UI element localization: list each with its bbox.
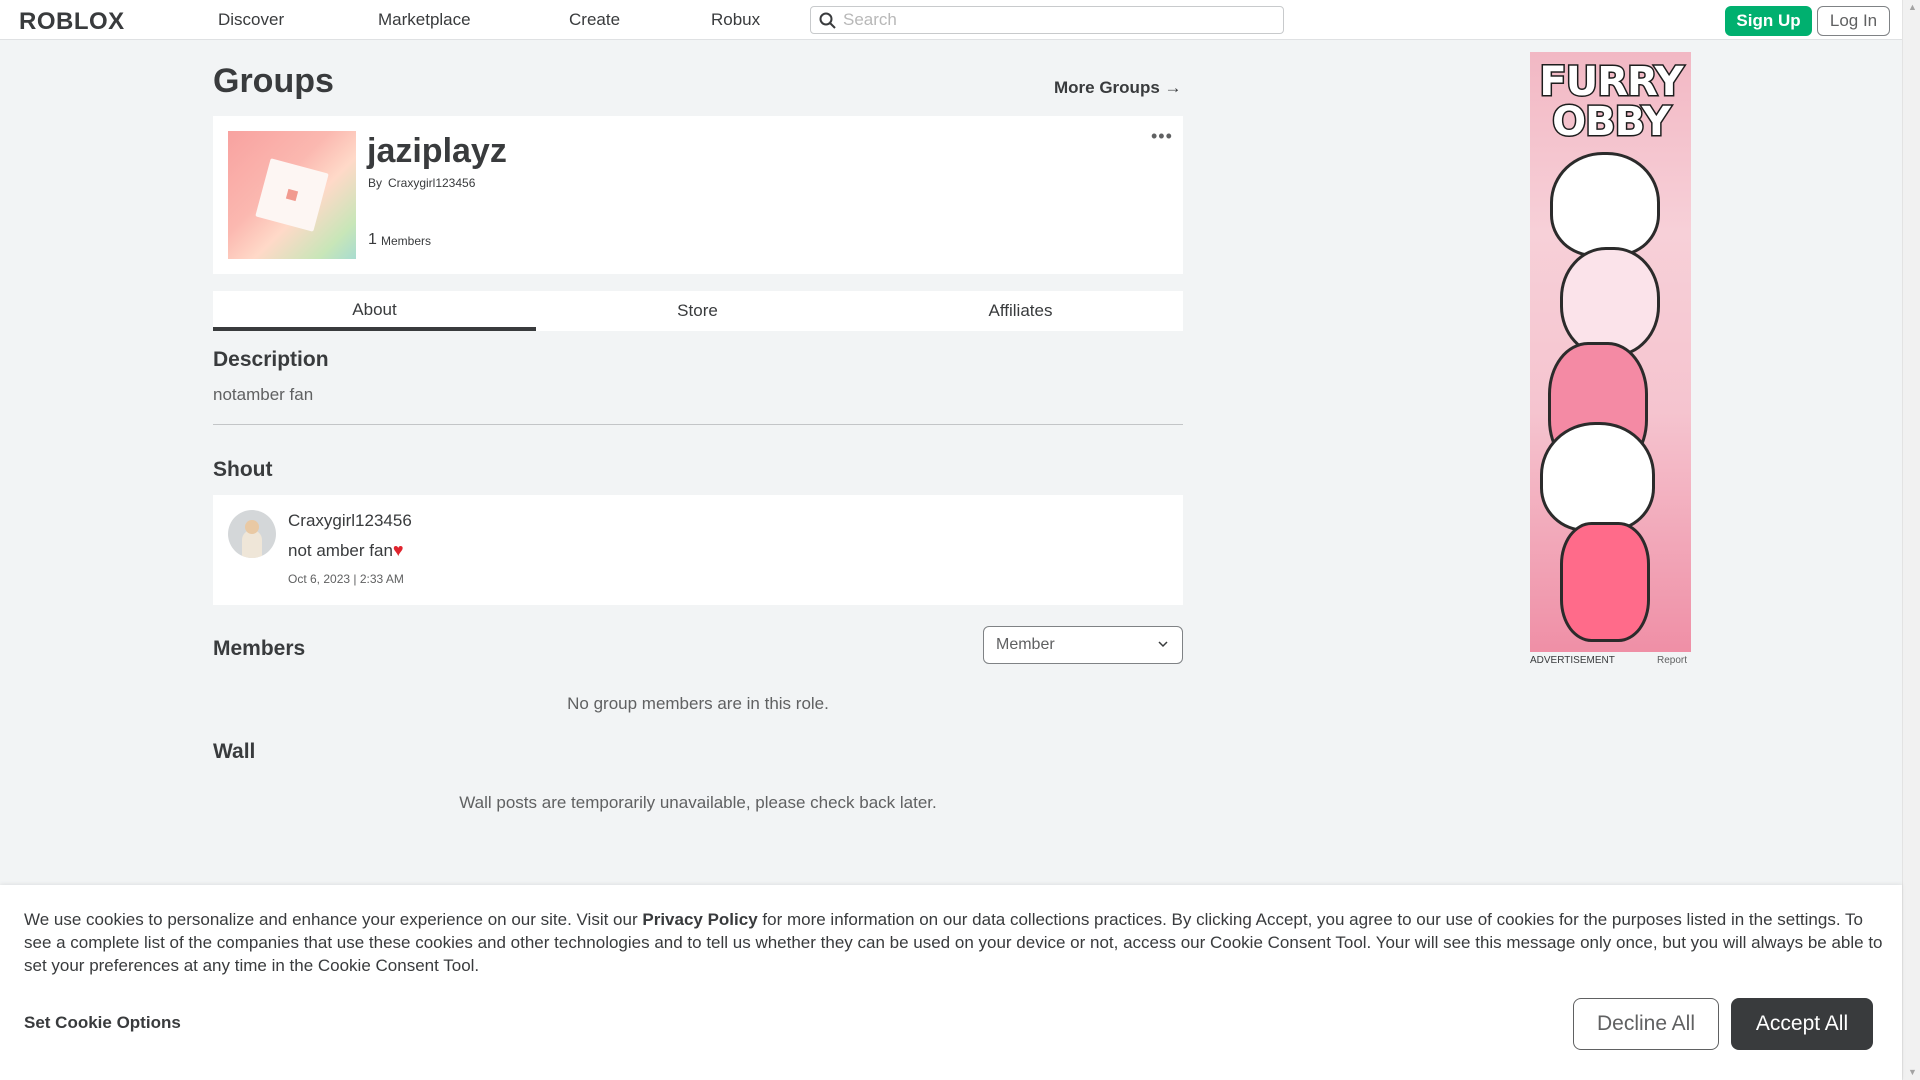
ad-character-bottom-body — [1560, 522, 1650, 642]
group-emblem-image — [228, 131, 356, 259]
role-dropdown[interactable]: Member — [983, 626, 1183, 664]
group-members-label: Members — [381, 234, 432, 248]
tab-affiliates[interactable]: Affiliates — [859, 291, 1182, 331]
cookie-consent-text: We use cookies to personalize and enhanc… — [24, 908, 1884, 977]
more-groups-link[interactable]: More Groups → — [1054, 78, 1182, 98]
members-heading: Members — [213, 637, 306, 660]
search-input[interactable] — [843, 10, 1273, 30]
avatar-head — [245, 520, 259, 534]
more-options-icon[interactable]: ••• — [1151, 126, 1173, 147]
nav-link-create[interactable]: Create — [569, 10, 620, 30]
group-owner-prefix: By — [368, 176, 383, 190]
shout-card: Craxygirl123456 not amber fan♥ Oct 6, 20… — [213, 495, 1183, 605]
avatar[interactable] — [228, 510, 276, 558]
shout-username-link[interactable]: Craxygirl123456 — [288, 511, 412, 531]
description-text: notamber fan — [213, 385, 314, 404]
search-box[interactable] — [810, 6, 1284, 34]
advertisement-banner[interactable]: FURRY OBBY — [1530, 52, 1691, 652]
description-heading: Description — [213, 348, 329, 371]
shout-message-text: not amber fan — [288, 541, 393, 560]
ad-character-middle — [1560, 247, 1660, 357]
advertisement-label: ADVERTISEMENT — [1530, 655, 1615, 666]
decline-all-button[interactable]: Decline All — [1573, 998, 1719, 1050]
members-empty-message: No group members are in this role. — [567, 694, 829, 713]
role-dropdown-value: Member — [996, 636, 1055, 653]
avatar-body — [242, 530, 262, 558]
group-owner-link[interactable]: Craxygirl123456 — [388, 176, 475, 190]
nav-link-discover[interactable]: Discover — [218, 10, 284, 30]
shout-timestamp: Oct 6, 2023 | 2:33 AM — [288, 572, 404, 586]
roblox-logo[interactable]: ROBLOX — [19, 8, 125, 36]
wall-unavailable-message: Wall posts are temporarily unavailable, … — [459, 793, 937, 812]
group-member-count: 1 — [368, 231, 377, 248]
heart-icon: ♥ — [392, 540, 404, 560]
tab-about[interactable]: About — [213, 291, 536, 331]
sign-up-button[interactable]: Sign Up — [1725, 6, 1812, 36]
top-navigation-bar: ROBLOX Discover Marketplace Create Robux… — [0, 0, 1902, 40]
log-in-button[interactable]: Log In — [1817, 6, 1890, 36]
ad-character-bottom — [1540, 422, 1655, 532]
search-icon — [819, 12, 836, 29]
ad-title-line2: OBBY — [1551, 99, 1673, 145]
accept-all-button[interactable]: Accept All — [1731, 998, 1873, 1050]
group-name: jaziplayz — [367, 132, 507, 170]
ad-report-link[interactable]: Report — [1657, 655, 1687, 666]
group-header-card: jaziplayz By Craxygirl123456 1 Members •… — [213, 116, 1183, 274]
chevron-down-icon — [1158, 641, 1168, 648]
section-divider — [213, 424, 1183, 425]
nav-link-robux[interactable]: Robux — [711, 10, 760, 30]
group-emblem-tile — [255, 158, 329, 232]
group-tabs: About Store Affiliates — [213, 291, 1183, 331]
cookie-text-start: We use cookies to personalize and enhanc… — [24, 910, 643, 929]
cookie-consent-banner: We use cookies to personalize and enhanc… — [0, 885, 1902, 1080]
wall-heading: Wall — [213, 740, 256, 763]
ad-title-line1: FURRY — [1538, 59, 1685, 105]
privacy-policy-link[interactable]: Privacy Policy — [642, 910, 757, 929]
nav-link-marketplace[interactable]: Marketplace — [378, 10, 471, 30]
page-scrollbar[interactable]: ▲ ▼ — [1902, 0, 1920, 1080]
page-title: Groups — [213, 62, 334, 100]
shout-heading: Shout — [213, 458, 273, 481]
shout-message: not amber fan♥ — [288, 540, 404, 561]
ad-title: FURRY OBBY — [1536, 59, 1686, 145]
scroll-up-arrow-icon[interactable]: ▲ — [1908, 2, 1917, 12]
scroll-down-arrow-icon[interactable]: ▼ — [1908, 1067, 1917, 1077]
tab-store[interactable]: Store — [536, 291, 859, 331]
ad-character-top — [1550, 152, 1660, 257]
set-cookie-options-link[interactable]: Set Cookie Options — [24, 1013, 181, 1033]
